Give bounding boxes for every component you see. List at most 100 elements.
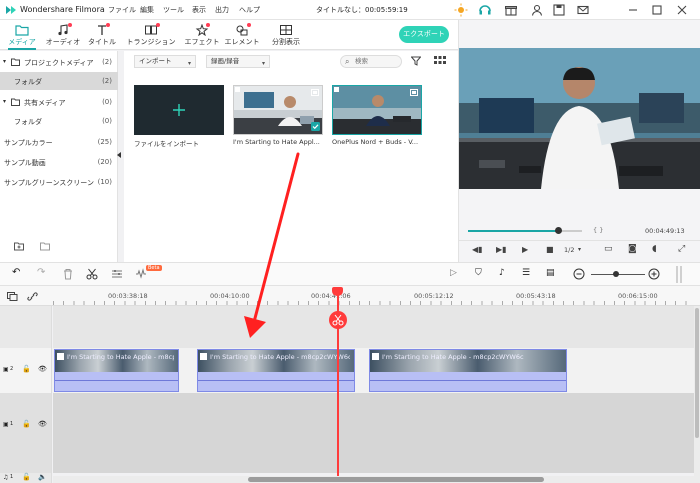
headset-icon[interactable] xyxy=(478,3,492,17)
lock-icon[interactable]: 🔓 xyxy=(22,473,31,481)
close-icon[interactable] xyxy=(675,3,689,17)
library-item-sample-videos[interactable]: サンプル動画 (20) xyxy=(0,153,118,171)
record-dropdown[interactable]: 録画/録音 ▾ xyxy=(206,55,270,68)
empty-track-lane[interactable] xyxy=(53,306,694,348)
play-pause-icon[interactable]: ▶▮ xyxy=(496,245,507,254)
subtitles-icon[interactable]: ▤ xyxy=(546,268,558,280)
lock-icon[interactable]: 🔓 xyxy=(22,420,31,428)
playhead-handle[interactable] xyxy=(332,287,343,296)
scrollbar-thumb[interactable] xyxy=(248,477,544,482)
media-clip-thumbnail[interactable] xyxy=(332,85,422,135)
filmora-logo-icon xyxy=(6,6,16,14)
menu-file[interactable]: ファイル xyxy=(108,5,136,15)
eye-icon[interactable]: 👁 xyxy=(38,420,47,428)
menu-view[interactable]: 表示 xyxy=(192,5,206,15)
import-media-tile[interactable] xyxy=(134,85,224,135)
audio-mixer-icon[interactable]: ☰ xyxy=(522,268,534,280)
play-icon[interactable]: ▶ xyxy=(522,245,528,254)
undo-icon[interactable]: ↶ xyxy=(12,267,24,279)
tab-titles[interactable]: タイトル xyxy=(84,20,120,50)
filter-icon[interactable] xyxy=(411,56,421,66)
lock-icon[interactable]: 🔓 xyxy=(22,365,31,373)
import-dropdown[interactable]: インポート ▾ xyxy=(134,55,196,68)
menu-help[interactable]: ヘルプ xyxy=(239,5,260,15)
menu-tools[interactable]: ツール xyxy=(163,5,184,15)
maximize-icon[interactable] xyxy=(650,3,664,17)
quality-select[interactable]: 1/2 xyxy=(564,246,574,254)
link-chain-icon[interactable] xyxy=(27,292,38,301)
import-tile-label: ファイルをインポート xyxy=(134,140,199,148)
volume-icon[interactable]: ◖ xyxy=(652,244,657,254)
timeline-vertical-scrollbar[interactable] xyxy=(694,306,700,483)
speaker-icon[interactable]: 🔈 xyxy=(38,473,47,481)
clip-name: I'm Starting to Hate Apple - m8cp2cWYW6c xyxy=(67,353,174,361)
folder-outline-icon[interactable] xyxy=(40,241,50,251)
media-search-input[interactable]: ⌕ 検索 xyxy=(340,55,402,68)
render-play-icon[interactable]: ▷ xyxy=(450,268,462,280)
mark-in-out-braces[interactable]: { } xyxy=(593,226,603,234)
menu-edit[interactable]: 編集 xyxy=(140,5,154,15)
eye-icon[interactable]: 👁 xyxy=(38,365,47,373)
zoom-in-icon[interactable] xyxy=(648,268,660,280)
scrollbar-thumb[interactable] xyxy=(695,308,699,438)
media-type-icon xyxy=(410,89,418,96)
split-scissors-icon[interactable] xyxy=(328,310,348,330)
timeline-horizontal-scrollbar[interactable] xyxy=(53,476,694,483)
collapse-sidebar-icon[interactable] xyxy=(117,152,121,158)
timeline-clip[interactable]: I'm Starting to Hate Apple - m8cp2cWYW6c xyxy=(197,349,355,392)
video-thumbnail-image xyxy=(234,86,322,134)
snapshot-camera-icon[interactable]: ◙ xyxy=(628,244,637,254)
library-item-shared-folder[interactable]: フォルダ (0) xyxy=(0,112,118,130)
microphone-icon[interactable]: ♪ xyxy=(499,268,511,280)
zoom-slider-handle[interactable] xyxy=(613,271,619,277)
menu-export[interactable]: 出力 xyxy=(215,5,229,15)
preview-timecode: 00:04:49:13 xyxy=(645,227,685,235)
tab-titles-label: タイトル xyxy=(88,38,116,46)
zoom-out-icon[interactable] xyxy=(573,268,585,280)
library-item-sample-colors[interactable]: サンプルカラー (25) xyxy=(0,133,118,151)
library-item-folder[interactable]: フォルダ (2) xyxy=(0,72,118,90)
export-button[interactable]: エクスポート xyxy=(399,26,449,43)
chevron-down-icon[interactable]: ▾ xyxy=(578,246,581,253)
minimize-icon[interactable] xyxy=(626,3,640,17)
tab-transitions-label: トランジション xyxy=(126,38,176,46)
redo-icon[interactable]: ↷ xyxy=(37,267,49,279)
chevron-down-icon: ▾ xyxy=(3,58,7,65)
sun-icon[interactable] xyxy=(454,3,468,17)
add-track-icon[interactable] xyxy=(7,292,18,301)
new-badge-dot xyxy=(156,23,160,27)
new-folder-icon[interactable] xyxy=(14,241,24,251)
library-item-shared-media[interactable]: ▾ 共有メディア (0) xyxy=(0,93,118,111)
scissors-cut-icon[interactable] xyxy=(86,268,98,280)
clip-audio-line xyxy=(55,380,178,381)
timeline-clip[interactable]: I'm Starting to Hate Apple - m8cp2cWYW6c xyxy=(54,349,179,392)
library-item-count: (25) xyxy=(97,138,112,146)
fullscreen-icon[interactable]: ⤢ xyxy=(678,244,685,254)
tab-split-screen[interactable]: 分割表示 xyxy=(266,20,306,50)
tab-effects[interactable]: エフェクト xyxy=(180,20,224,50)
library-item-project-media[interactable]: ▾ プロジェクトメディア (2) xyxy=(0,53,118,71)
step-back-icon[interactable]: ◀▮ xyxy=(472,245,483,254)
gift-icon[interactable] xyxy=(504,3,518,17)
account-icon[interactable] xyxy=(530,3,544,17)
tab-transitions[interactable]: トランジション xyxy=(124,20,178,50)
delete-trash-icon[interactable] xyxy=(62,268,74,280)
clip-play-icon xyxy=(57,353,64,360)
grid-view-icon[interactable] xyxy=(434,56,446,66)
library-item-sample-green-screen[interactable]: サンプルグリーンスクリーン (10) xyxy=(0,173,118,191)
adjust-sliders-icon[interactable] xyxy=(111,268,123,280)
tab-media[interactable]: メディア xyxy=(2,20,42,50)
mail-icon[interactable] xyxy=(576,3,590,17)
tab-elements[interactable]: エレメント xyxy=(224,20,260,50)
save-icon[interactable] xyxy=(552,3,566,17)
media-clip-thumbnail[interactable] xyxy=(233,85,323,135)
marker-shield-icon[interactable]: ⛉ xyxy=(475,268,487,280)
video-track-1-lane[interactable] xyxy=(53,393,694,473)
display-settings-icon[interactable]: ▭ xyxy=(604,244,613,254)
tab-audio[interactable]: オーディオ xyxy=(42,20,84,50)
preview-progress-track[interactable] xyxy=(468,230,582,232)
video-track-1-header: ▣ 1 🔓 👁 xyxy=(0,393,52,473)
timeline-clip[interactable]: I'm Starting to Hate Apple - m8cp2cWYW6c xyxy=(369,349,567,392)
stop-icon[interactable]: ■ xyxy=(546,245,554,254)
preview-progress-handle[interactable] xyxy=(555,227,562,234)
